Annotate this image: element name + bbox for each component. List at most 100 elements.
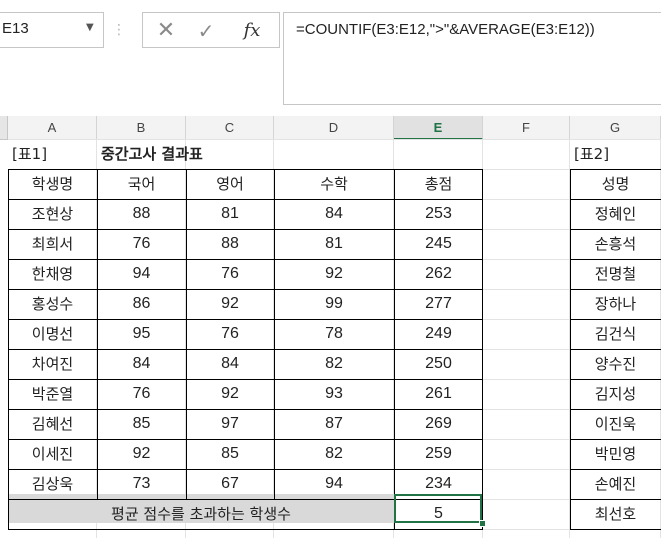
score-cell[interactable]: 97 <box>186 410 274 439</box>
score-cell[interactable]: 85 <box>97 410 186 439</box>
column-header-a[interactable]: A <box>8 116 97 140</box>
table-border-line <box>8 289 483 290</box>
column-header-e[interactable]: E <box>394 116 483 140</box>
table-border-line <box>274 169 275 500</box>
student-name-cell[interactable]: 김상욱 <box>8 470 97 499</box>
score-cell[interactable]: 81 <box>186 200 274 229</box>
table2-tag[interactable]: [표2] <box>570 140 661 169</box>
fill-handle[interactable] <box>479 520 486 527</box>
more-options-icon[interactable]: ⋮ <box>112 18 126 42</box>
score-cell[interactable]: 99 <box>274 290 394 319</box>
active-cell-highlight[interactable] <box>394 494 482 523</box>
table1-header[interactable]: 학생명 <box>8 170 97 199</box>
score-cell[interactable]: 67 <box>186 470 274 499</box>
score-cell[interactable]: 94 <box>274 470 394 499</box>
table2-name-cell[interactable]: 김지성 <box>570 380 661 409</box>
table1-header[interactable]: 수학 <box>274 170 394 199</box>
table-border-line <box>570 169 661 170</box>
student-name-cell[interactable]: 최희서 <box>8 230 97 259</box>
score-cell[interactable]: 253 <box>394 200 483 229</box>
score-cell[interactable]: 78 <box>274 320 394 349</box>
score-cell[interactable]: 93 <box>274 380 394 409</box>
table-border-line <box>570 499 661 500</box>
score-cell[interactable]: 86 <box>97 290 186 319</box>
table-border-line <box>97 169 98 500</box>
name-box[interactable]: E13 ▼ <box>0 12 104 48</box>
score-cell[interactable]: 95 <box>97 320 186 349</box>
score-cell[interactable]: 94 <box>97 260 186 289</box>
student-name-cell[interactable]: 한채영 <box>8 260 97 289</box>
score-cell[interactable]: 277 <box>394 290 483 319</box>
table2-name-cell[interactable]: 이진욱 <box>570 410 661 439</box>
score-cell[interactable]: 76 <box>97 230 186 259</box>
score-cell[interactable]: 261 <box>394 380 483 409</box>
table1-header[interactable]: 영어 <box>186 170 274 199</box>
table2-name-cell[interactable]: 손예진 <box>570 470 661 499</box>
column-header-c[interactable]: C <box>186 116 274 140</box>
student-name-cell[interactable]: 조현상 <box>8 200 97 229</box>
score-cell[interactable]: 76 <box>186 320 274 349</box>
score-cell[interactable]: 92 <box>186 290 274 319</box>
table-border-line <box>8 469 483 470</box>
worksheet-grid[interactable]: ABCDEFG [표1] 중간고사 결과표 학생명 국어 영어 수학 총점 조현상 88 81 84… <box>0 116 661 538</box>
student-name-cell[interactable]: 이명선 <box>8 320 97 349</box>
table2-name-cell[interactable]: 양수진 <box>570 350 661 379</box>
score-cell[interactable]: 82 <box>274 440 394 469</box>
table2-name-cell[interactable]: 김건식 <box>570 320 661 349</box>
table1-header[interactable]: 국어 <box>97 170 186 199</box>
select-all-corner[interactable] <box>0 116 8 140</box>
score-cell[interactable]: 76 <box>186 260 274 289</box>
score-cell[interactable]: 84 <box>186 350 274 379</box>
enter-icon[interactable]: ✓ <box>193 17 219 45</box>
summary-label[interactable]: 평균 점수를 초과하는 학생수 <box>8 500 394 529</box>
score-cell[interactable]: 84 <box>274 200 394 229</box>
column-header-b[interactable]: B <box>97 116 186 140</box>
column-header-f[interactable]: F <box>483 116 570 140</box>
chevron-down-icon[interactable]: ▼ <box>86 22 94 33</box>
table2-name-cell[interactable]: 최선호 <box>570 500 661 529</box>
score-cell[interactable]: 92 <box>274 260 394 289</box>
table-border-line <box>570 439 661 440</box>
table2-name-cell[interactable]: 박민영 <box>570 440 661 469</box>
score-cell[interactable]: 81 <box>274 230 394 259</box>
table2-name-cell[interactable]: 정혜인 <box>570 200 661 229</box>
formula-input[interactable]: =COUNTIF(E3:E12,">"&AVERAGE(E3:E12)) <box>283 12 661 105</box>
table1-tag[interactable]: [표1] <box>8 140 97 169</box>
score-cell[interactable]: 76 <box>97 380 186 409</box>
student-name-cell[interactable]: 차여진 <box>8 350 97 379</box>
score-cell[interactable]: 88 <box>186 230 274 259</box>
column-header-g[interactable]: G <box>570 116 661 140</box>
table1-title[interactable]: 중간고사 결과표 <box>97 140 394 169</box>
table2-name-cell[interactable]: 손흥석 <box>570 230 661 259</box>
score-cell[interactable]: 92 <box>186 380 274 409</box>
score-cell[interactable]: 88 <box>97 200 186 229</box>
cancel-icon[interactable]: ✕ <box>153 17 179 45</box>
score-cell[interactable]: 73 <box>97 470 186 499</box>
column-header-d[interactable]: D <box>274 116 394 140</box>
insert-function-icon[interactable]: fx <box>237 17 267 45</box>
table2-name-cell[interactable]: 장하나 <box>570 290 661 319</box>
score-cell[interactable]: 84 <box>97 350 186 379</box>
score-cell[interactable]: 85 <box>186 440 274 469</box>
table-border-line <box>8 169 9 530</box>
score-cell[interactable]: 249 <box>394 320 483 349</box>
score-cell[interactable]: 269 <box>394 410 483 439</box>
score-cell[interactable]: 92 <box>97 440 186 469</box>
table2-name-cell[interactable]: 전명철 <box>570 260 661 289</box>
table-border-line <box>570 229 661 230</box>
student-name-cell[interactable]: 이세진 <box>8 440 97 469</box>
score-cell[interactable]: 250 <box>394 350 483 379</box>
table-border-line <box>8 409 483 410</box>
score-cell[interactable]: 245 <box>394 230 483 259</box>
student-name-cell[interactable]: 홍성수 <box>8 290 97 319</box>
score-cell[interactable]: 87 <box>274 410 394 439</box>
student-name-cell[interactable]: 박준열 <box>8 380 97 409</box>
formula-bar-buttons: ✕ ✓ fx <box>142 12 280 48</box>
table2-header[interactable]: 성명 <box>570 170 661 199</box>
score-cell[interactable]: 259 <box>394 440 483 469</box>
table-border-line <box>8 379 483 380</box>
student-name-cell[interactable]: 김혜선 <box>8 410 97 439</box>
table1-header[interactable]: 총점 <box>394 170 483 199</box>
score-cell[interactable]: 262 <box>394 260 483 289</box>
score-cell[interactable]: 82 <box>274 350 394 379</box>
